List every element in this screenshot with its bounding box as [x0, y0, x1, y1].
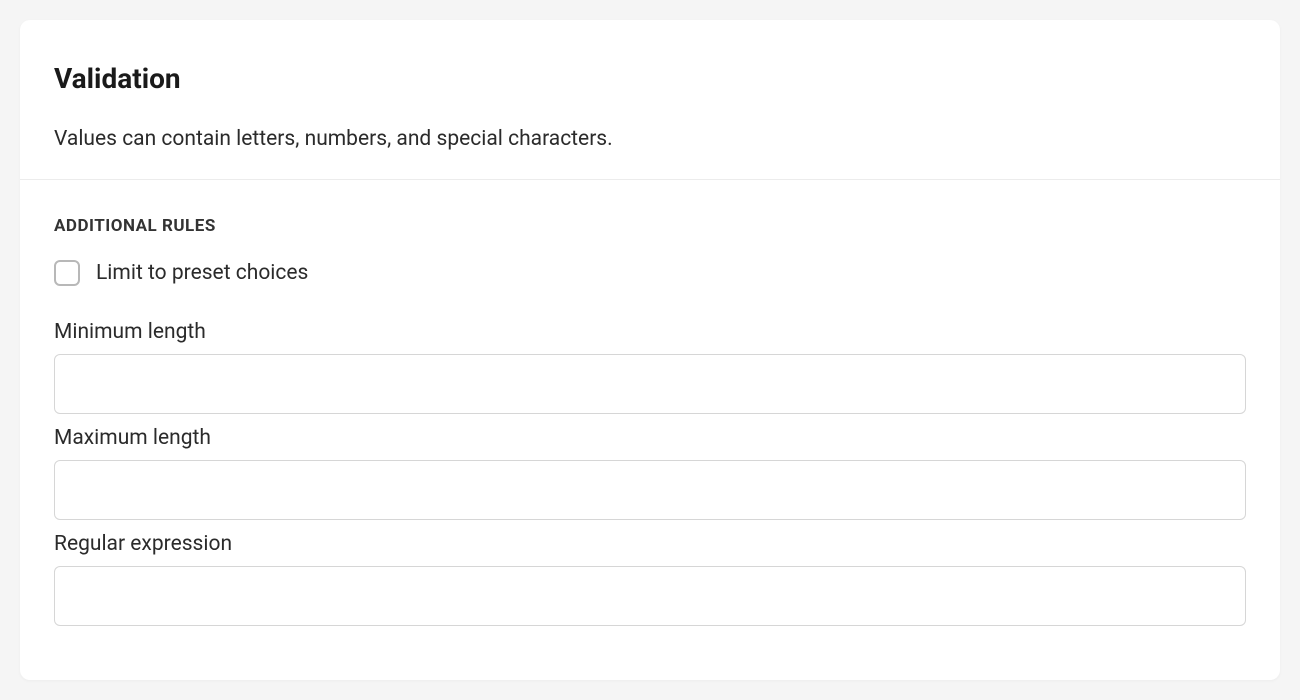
max-length-input[interactable]: [54, 460, 1246, 520]
limit-preset-label[interactable]: Limit to preset choices: [96, 261, 308, 285]
card-header: Validation Values can contain letters, n…: [20, 20, 1280, 180]
limit-preset-checkbox[interactable]: [54, 260, 80, 286]
min-length-label: Minimum length: [54, 320, 1246, 344]
regex-field: Regular expression: [54, 532, 1246, 626]
min-length-input[interactable]: [54, 354, 1246, 414]
max-length-label: Maximum length: [54, 426, 1246, 450]
max-length-field: Maximum length: [54, 426, 1246, 520]
min-length-field: Minimum length: [54, 320, 1246, 414]
regex-input[interactable]: [54, 566, 1246, 626]
limit-preset-row: Limit to preset choices: [54, 260, 1246, 286]
card-description: Values can contain letters, numbers, and…: [54, 127, 1246, 151]
validation-card: Validation Values can contain letters, n…: [20, 20, 1280, 680]
card-title: Validation: [54, 62, 1246, 95]
card-body: ADDITIONAL RULES Limit to preset choices…: [20, 180, 1280, 672]
regex-label: Regular expression: [54, 532, 1246, 556]
additional-rules-label: ADDITIONAL RULES: [54, 216, 1246, 236]
